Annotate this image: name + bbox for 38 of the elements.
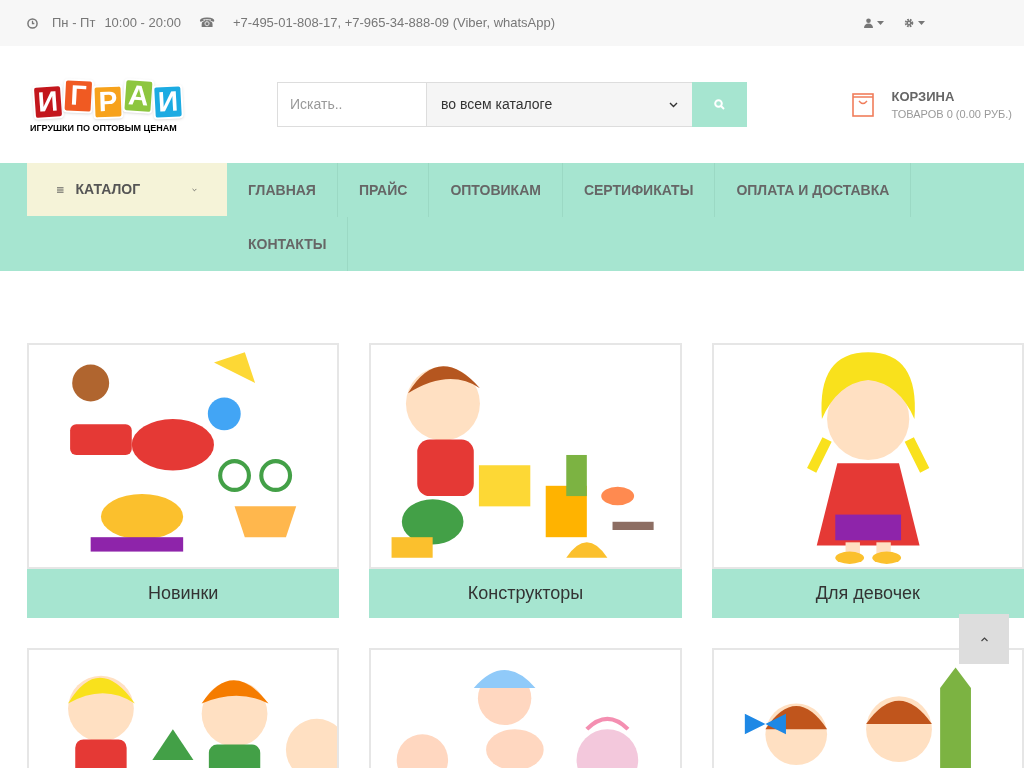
clock-icon: [27, 17, 38, 29]
account-menu[interactable]: [864, 18, 884, 28]
chevron-down-icon: [192, 186, 197, 193]
phone-icon: ☎: [199, 13, 215, 33]
category-title[interactable]: Новинки: [27, 569, 340, 618]
nav-link[interactable]: ОПЛАТА И ДОСТАВКА: [715, 163, 912, 217]
category-title[interactable]: Для девочек: [711, 569, 1024, 618]
nav-link[interactable]: ПРАЙС: [337, 163, 430, 217]
nav-link[interactable]: ГЛАВНАЯ: [227, 163, 338, 217]
nav-link[interactable]: СЕРТИФИКАТЫ: [562, 163, 716, 217]
chevron-down-icon: [669, 101, 678, 108]
logo-letter: И: [31, 83, 65, 120]
logo-letter: Г: [62, 77, 95, 114]
nav-link[interactable]: КОНТАКТЫ: [227, 217, 349, 271]
logo[interactable]: И Г Р А И: [30, 76, 186, 122]
shopping-bag-icon[interactable]: [851, 92, 874, 117]
category-dropdown[interactable]: во всем каталоге: [427, 82, 692, 127]
nav-link[interactable]: ОПТОВИКАМ: [429, 163, 563, 217]
logo-letter: И: [152, 83, 184, 120]
catalog-menu-button[interactable]: КАТАЛОГ: [27, 163, 227, 216]
menu-icon: [57, 184, 64, 195]
working-days: Пн - Пт: [52, 13, 96, 33]
caret-icon: [918, 21, 925, 25]
caret-icon: [877, 21, 884, 25]
category-title[interactable]: Конструкторы: [369, 569, 682, 618]
search-icon: [714, 99, 725, 110]
search-field[interactable]: Искать..: [277, 82, 427, 127]
cart-summary: ТОВАРОВ 0 (0.00 РУБ.): [891, 107, 1012, 122]
logo-letter: Р: [92, 84, 124, 119]
settings-icon: [904, 18, 914, 28]
working-hours: 10:00 - 20:00: [104, 14, 181, 33]
logo-letter: А: [122, 77, 155, 114]
chevron-up-icon: [980, 636, 988, 642]
phone-numbers: +7-495-01-808-17, +7-965-34-888-09 (Viber, whatsApp): [233, 14, 556, 33]
logo-tagline: ИГРУШКИ ПО ОПТОВЫМ ЦЕНАМ: [30, 123, 177, 133]
user-icon: [864, 18, 873, 28]
cart-title[interactable]: КОРЗИНА: [891, 86, 1012, 106]
settings-menu[interactable]: [904, 18, 925, 28]
